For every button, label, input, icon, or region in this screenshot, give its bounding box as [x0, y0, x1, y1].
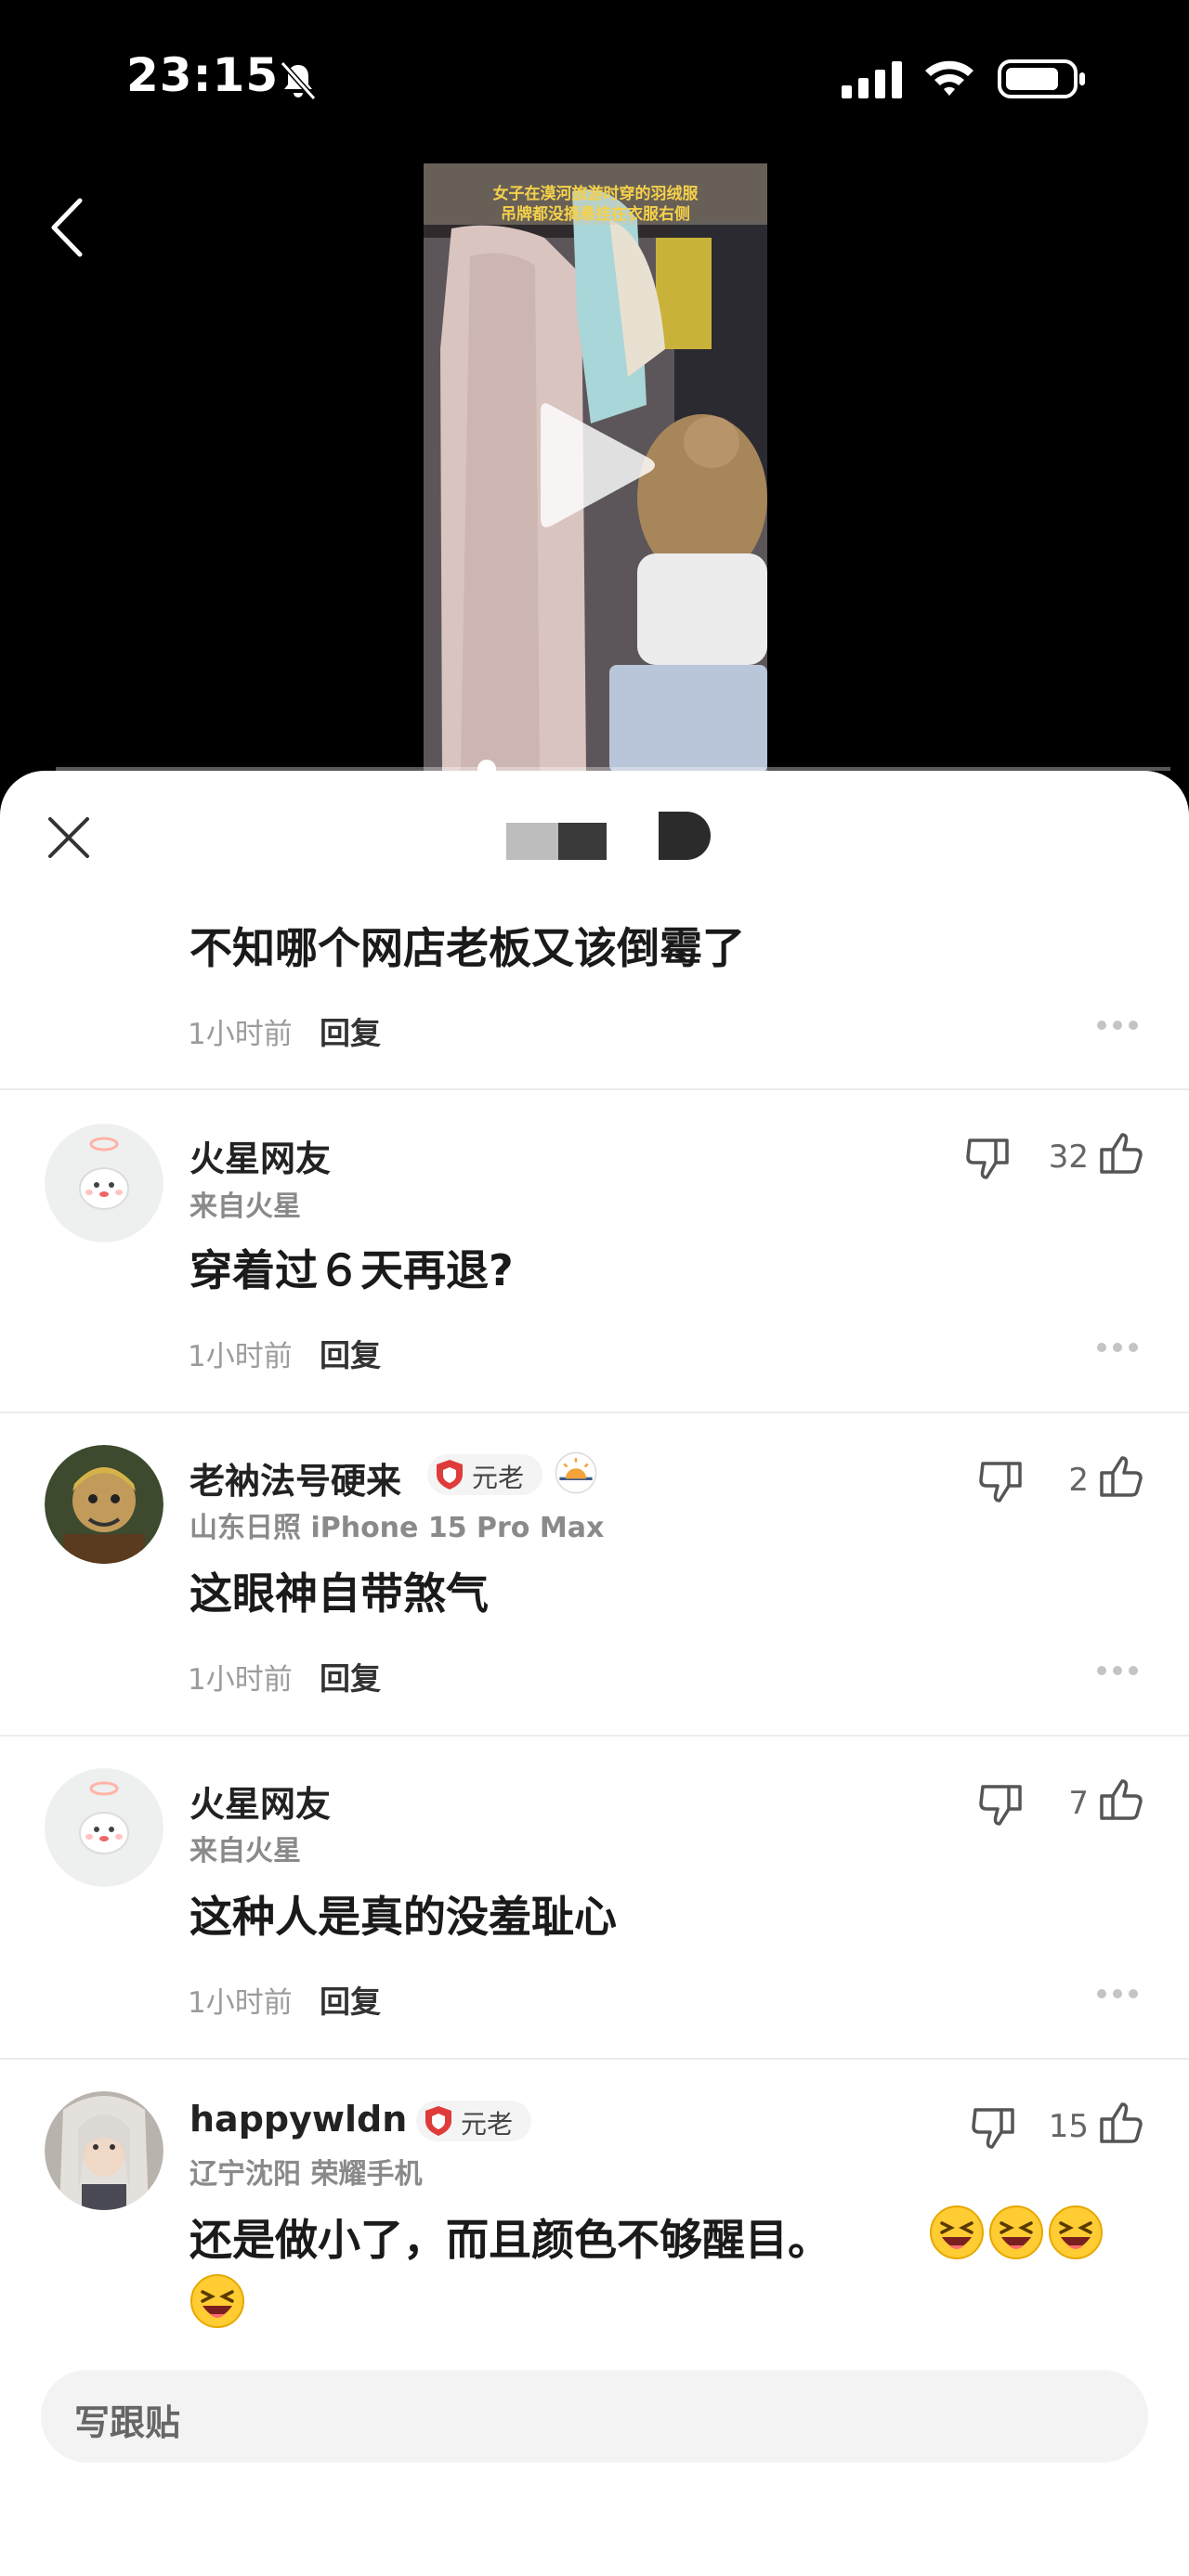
- avatar[interactable]: [45, 1768, 163, 1887]
- comment-username[interactable]: 火星网友: [189, 1776, 331, 1827]
- comment-location: 来自火星: [189, 1835, 301, 1867]
- badge-label: 元老: [472, 1463, 525, 1493]
- avatar[interactable]: [45, 1445, 163, 1564]
- comment-username[interactable]: 老衲法号硬来: [189, 1452, 401, 1503]
- comment-time: 1小时前: [188, 1663, 293, 1697]
- laughing-emoji-icon: [930, 2205, 984, 2259]
- like-icon[interactable]: [1096, 1452, 1144, 1501]
- video-player[interactable]: 女子在漠河旅游时穿的羽绒服 吊牌都没摘悬挂在衣服右侧: [424, 163, 767, 773]
- compose-placeholder: 写跟贴: [74, 2402, 181, 2443]
- like-count: 7: [1068, 1785, 1089, 1822]
- comment-text: 穿着过６天再退?: [189, 1245, 514, 1295]
- shield-icon: [425, 2106, 451, 2136]
- comment-text: 不知哪个网店老板又该倒霉了: [189, 923, 745, 973]
- dislike-icon[interactable]: [970, 2104, 1018, 2153]
- more-options-icon[interactable]: [1096, 1665, 1139, 1676]
- comment-text: 还是做小了，而且颜色不够醒目。: [189, 2215, 830, 2265]
- like-count: 2: [1068, 1462, 1089, 1499]
- avatar[interactable]: [45, 1124, 163, 1242]
- comment-username[interactable]: 火星网友: [189, 1130, 331, 1181]
- like-icon[interactable]: [1096, 1776, 1144, 1824]
- like-count: 15: [1048, 2108, 1089, 2145]
- video-caption-line2: 吊牌都没摘悬挂在衣服右侧: [501, 205, 690, 224]
- more-options-icon[interactable]: [1096, 1988, 1139, 1999]
- comment-text: 这种人是真的没羞耻心: [189, 1892, 617, 1942]
- sunrise-badge-icon: [555, 1451, 597, 1494]
- like-icon[interactable]: [1096, 2099, 1144, 2147]
- status-bar: 23:15: [0, 0, 1189, 158]
- video-caption-line1: 女子在漠河旅游时穿的羽绒服: [492, 185, 699, 203]
- comment-username[interactable]: happywldn: [189, 2099, 407, 2140]
- laughing-emoji-icon: [989, 2205, 1043, 2259]
- sheet-title-redacted: [506, 808, 711, 864]
- comment-time: 1小时前: [188, 1018, 293, 1051]
- comment-sheet: 不知哪个网店老板又该倒霉了 1小时前 回复 火星网友 来自火星 32 穿着过６天…: [0, 771, 1189, 2576]
- wifi-icon: [925, 60, 973, 96]
- more-options-icon[interactable]: [1096, 1020, 1139, 1031]
- comment-location: 来自火星: [189, 1190, 301, 1223]
- like-icon[interactable]: [1096, 1129, 1144, 1177]
- avatar[interactable]: [45, 2091, 163, 2210]
- like-count: 32: [1048, 1138, 1089, 1176]
- reply-button[interactable]: 回复: [320, 1008, 381, 1053]
- reply-button[interactable]: 回复: [320, 1977, 381, 2022]
- comment-time: 1小时前: [188, 1986, 293, 2020]
- comment-location: 山东日照 iPhone 15 Pro Max: [189, 1512, 605, 1544]
- battery-icon: [998, 59, 1085, 98]
- veteran-badge: 元老: [427, 1454, 542, 1495]
- more-options-icon[interactable]: [1096, 1342, 1139, 1353]
- play-icon[interactable]: [537, 396, 658, 535]
- comment-time: 1小时前: [188, 1340, 293, 1373]
- compose-input[interactable]: 写跟贴: [41, 2370, 1148, 2463]
- divider: [0, 1735, 1189, 1737]
- close-icon[interactable]: [46, 815, 91, 860]
- reply-button[interactable]: 回复: [320, 1654, 381, 1698]
- dislike-icon[interactable]: [977, 1458, 1026, 1506]
- divider: [0, 2058, 1189, 2060]
- video-caption: 女子在漠河旅游时穿的羽绒服 吊牌都没摘悬挂在衣服右侧: [424, 184, 767, 225]
- comment-text: 这眼神自带煞气: [189, 1568, 489, 1619]
- shield-icon: [437, 1460, 463, 1490]
- laughing-emoji-icon: [190, 2274, 244, 2328]
- badge-label: 元老: [461, 2109, 514, 2140]
- laughing-emoji-icon: [1049, 2205, 1103, 2259]
- divider: [0, 1412, 1189, 1413]
- bell-muted-icon: [280, 60, 317, 101]
- veteran-badge: 元老: [416, 2101, 531, 2141]
- reply-button[interactable]: 回复: [320, 1331, 381, 1375]
- dislike-icon[interactable]: [977, 1781, 1026, 1829]
- divider: [0, 1088, 1189, 1090]
- dislike-icon[interactable]: [964, 1135, 1013, 1183]
- cellular-signal-icon: [842, 61, 902, 98]
- comment-location: 辽宁沈阳 荣耀手机: [189, 2158, 423, 2191]
- back-chevron-icon[interactable]: [48, 197, 85, 258]
- status-time: 23:15: [126, 48, 280, 102]
